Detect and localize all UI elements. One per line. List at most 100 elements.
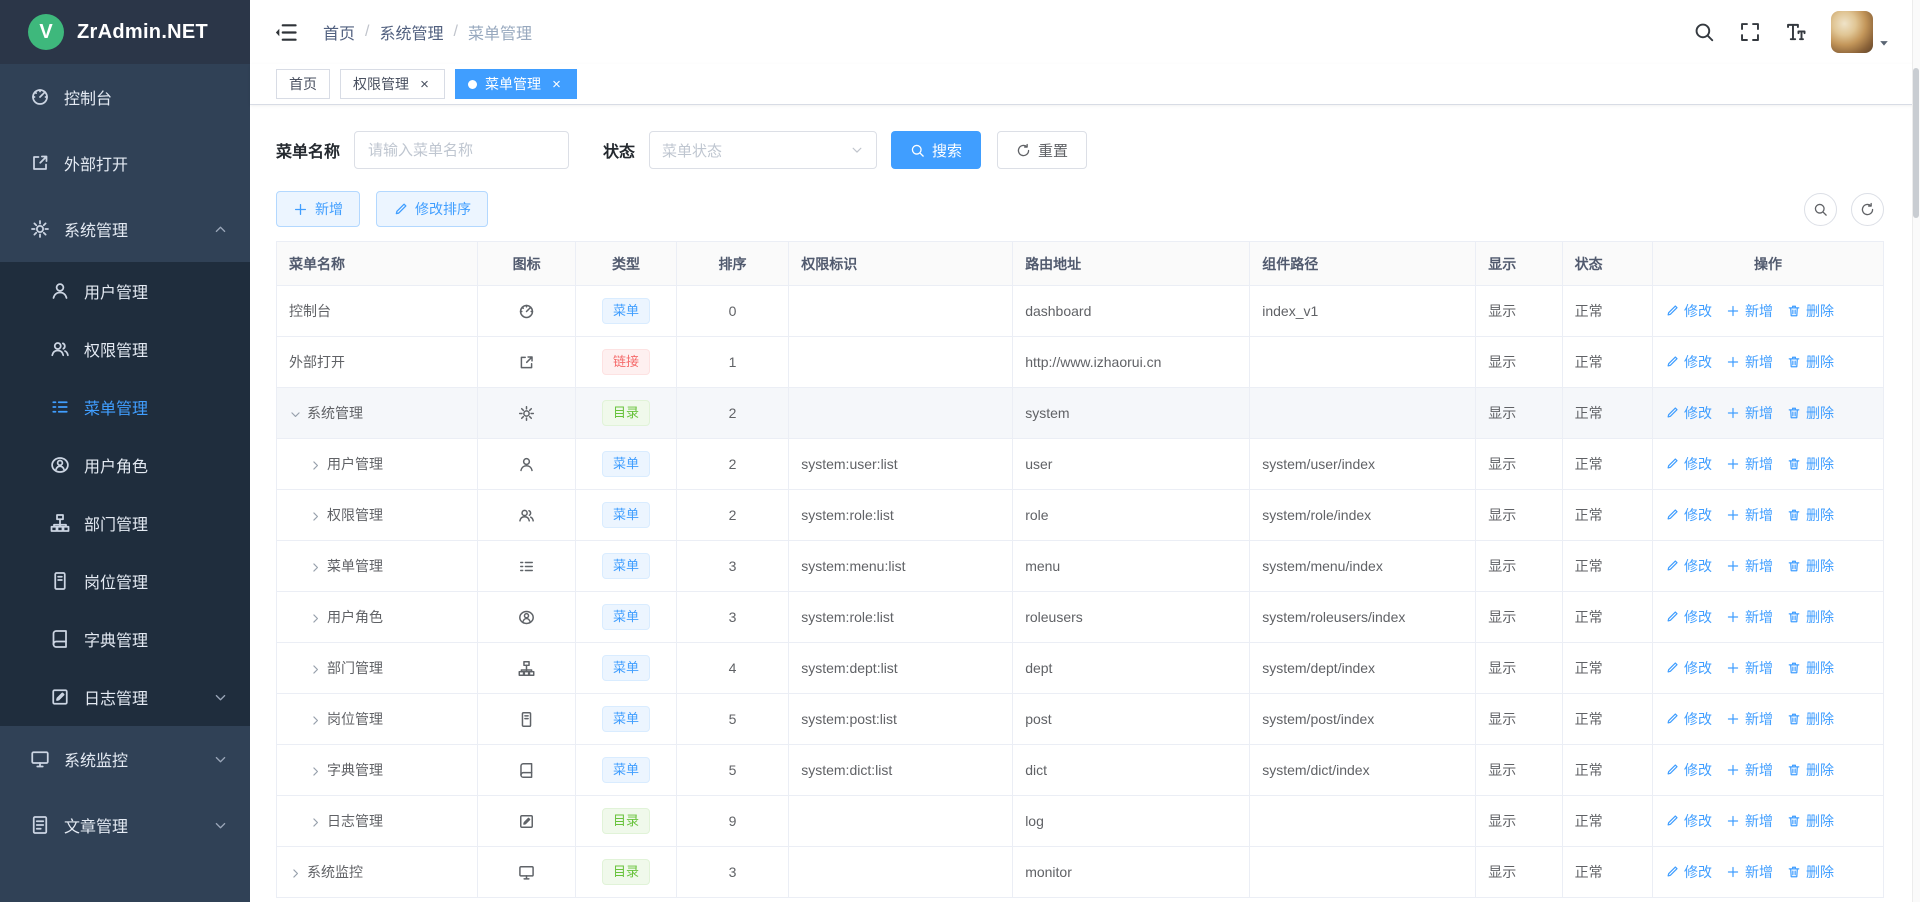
tree-collapse-icon[interactable]: [309, 459, 327, 472]
scrollbar-thumb[interactable]: [1913, 68, 1919, 218]
delete-link[interactable]: 删除: [1787, 556, 1834, 576]
page-scrollbar[interactable]: [1912, 0, 1920, 902]
edit-sort-button[interactable]: 修改排序: [376, 191, 488, 227]
tree-expand-icon[interactable]: [289, 408, 307, 421]
main-area: 首页 / 系统管理 / 菜单管理 首页 权限管理: [250, 0, 1920, 902]
tree-collapse-icon[interactable]: [309, 765, 327, 778]
tree-collapse-icon[interactable]: [309, 663, 327, 676]
add-link[interactable]: 新增: [1726, 505, 1773, 525]
status-select[interactable]: 菜单状态: [649, 131, 877, 169]
delete-link[interactable]: 删除: [1787, 811, 1834, 831]
sidebar-item-dept[interactable]: 部门管理: [0, 494, 250, 552]
add-link[interactable]: 新增: [1726, 811, 1773, 831]
delete-link[interactable]: 删除: [1787, 862, 1834, 882]
reset-button[interactable]: 重置: [997, 131, 1087, 169]
add-link[interactable]: 新增: [1726, 607, 1773, 627]
tree-collapse-icon[interactable]: [309, 561, 327, 574]
delete-link[interactable]: 删除: [1787, 505, 1834, 525]
sidebar-item-article[interactable]: 文章管理: [0, 792, 250, 858]
close-icon[interactable]: ×: [417, 77, 432, 92]
font-size-icon[interactable]: [1785, 21, 1807, 43]
breadcrumb-system[interactable]: 系统管理: [379, 20, 443, 44]
edit-link[interactable]: 修改: [1665, 760, 1712, 780]
edit-link[interactable]: 修改: [1665, 811, 1712, 831]
add-link[interactable]: 新增: [1726, 760, 1773, 780]
delete-link[interactable]: 删除: [1787, 658, 1834, 678]
trash-icon: [1787, 406, 1801, 420]
table-row: 用户管理菜单2system:user:listusersystem/user/i…: [277, 439, 1884, 490]
delete-link[interactable]: 删除: [1787, 454, 1834, 474]
sidebar-item-log[interactable]: 日志管理: [0, 668, 250, 726]
delete-link[interactable]: 删除: [1787, 607, 1834, 627]
search-icon: [1813, 202, 1828, 217]
cell-status: 正常: [1562, 643, 1652, 694]
add-link[interactable]: 新增: [1726, 658, 1773, 678]
delete-link[interactable]: 删除: [1787, 709, 1834, 729]
tree-collapse-icon[interactable]: [309, 510, 327, 523]
edit-link[interactable]: 修改: [1665, 709, 1712, 729]
sidebar-item-monitor[interactable]: 系统监控: [0, 726, 250, 792]
cell-icon: [477, 490, 575, 541]
sidebar-item-dict[interactable]: 字典管理: [0, 610, 250, 668]
tab-menu-management[interactable]: 菜单管理 ×: [455, 69, 577, 99]
sidebar-item-list[interactable]: 菜单管理: [0, 378, 250, 436]
menu-name-input[interactable]: [354, 131, 569, 169]
edit-link[interactable]: 修改: [1665, 301, 1712, 321]
sidebar-item-external[interactable]: 外部打开: [0, 130, 250, 196]
trash-icon: [1787, 457, 1801, 471]
avatar[interactable]: [1831, 11, 1873, 53]
edit-link[interactable]: 修改: [1665, 352, 1712, 372]
edit-icon: [1665, 814, 1679, 828]
tree-collapse-icon[interactable]: [309, 816, 327, 829]
add-link[interactable]: 新增: [1726, 301, 1773, 321]
tab-permission[interactable]: 权限管理 ×: [340, 69, 445, 99]
tree-collapse-icon[interactable]: [309, 612, 327, 625]
menu-table: 菜单名称图标类型排序权限标识路由地址组件路径显示状态操作 控制台菜单0dashb…: [276, 241, 1884, 898]
tab-home[interactable]: 首页: [276, 69, 330, 99]
add-link[interactable]: 新增: [1726, 556, 1773, 576]
breadcrumb-home[interactable]: 首页: [323, 20, 355, 44]
plus-icon: [293, 202, 308, 217]
sidebar-item-user[interactable]: 用户管理: [0, 262, 250, 320]
search-button[interactable]: 搜索: [891, 131, 981, 169]
user-menu[interactable]: [1831, 11, 1890, 53]
cell-status: 正常: [1562, 337, 1652, 388]
delete-link[interactable]: 删除: [1787, 403, 1834, 423]
delete-link[interactable]: 删除: [1787, 352, 1834, 372]
add-button[interactable]: 新增: [276, 191, 360, 227]
search-icon[interactable]: [1693, 21, 1715, 43]
delete-link[interactable]: 删除: [1787, 301, 1834, 321]
cell-icon: [477, 439, 575, 490]
refresh-table-button[interactable]: [1851, 193, 1884, 226]
add-link[interactable]: 新增: [1726, 862, 1773, 882]
sidebar-item-gear[interactable]: 系统管理: [0, 196, 250, 262]
edit-link[interactable]: 修改: [1665, 556, 1712, 576]
tree-collapse-icon[interactable]: [289, 867, 307, 880]
breadcrumb-current: 菜单管理: [468, 20, 532, 44]
fullscreen-icon[interactable]: [1739, 21, 1761, 43]
app-logo[interactable]: V ZrAdmin.NET: [0, 0, 250, 64]
edit-link[interactable]: 修改: [1665, 454, 1712, 474]
sidebar-item-post[interactable]: 岗位管理: [0, 552, 250, 610]
cell-perm: system:post:list: [789, 694, 1013, 745]
tree-collapse-icon[interactable]: [309, 714, 327, 727]
menu-fold-icon[interactable]: [274, 20, 299, 45]
edit-link[interactable]: 修改: [1665, 658, 1712, 678]
edit-link[interactable]: 修改: [1665, 607, 1712, 627]
sidebar-item-users[interactable]: 权限管理: [0, 320, 250, 378]
add-link[interactable]: 新增: [1726, 352, 1773, 372]
add-link[interactable]: 新增: [1726, 403, 1773, 423]
edit-link[interactable]: 修改: [1665, 862, 1712, 882]
cell-visible: 显示: [1476, 388, 1562, 439]
close-icon[interactable]: ×: [549, 77, 564, 92]
delete-link[interactable]: 删除: [1787, 760, 1834, 780]
add-link[interactable]: 新增: [1726, 709, 1773, 729]
sidebar-item-role[interactable]: 用户角色: [0, 436, 250, 494]
add-link[interactable]: 新增: [1726, 454, 1773, 474]
cell-ops: 修改新增删除: [1652, 388, 1883, 439]
role-icon: [518, 609, 535, 626]
edit-link[interactable]: 修改: [1665, 403, 1712, 423]
sidebar-item-dashboard[interactable]: 控制台: [0, 64, 250, 130]
edit-link[interactable]: 修改: [1665, 505, 1712, 525]
toggle-search-button[interactable]: [1804, 193, 1837, 226]
